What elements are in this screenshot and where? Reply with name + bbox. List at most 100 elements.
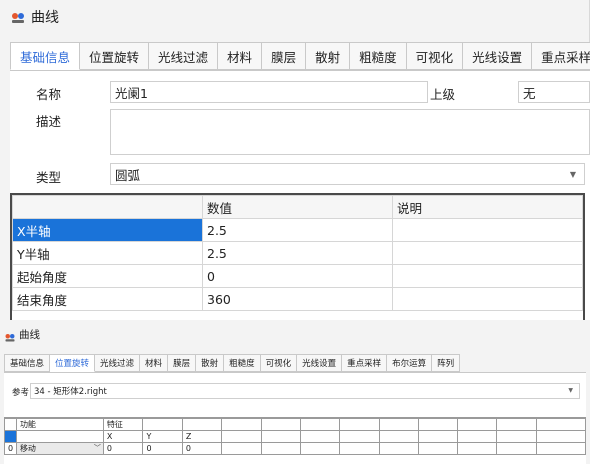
header-cell — [496, 418, 537, 431]
tab-boolean-ops[interactable]: 布尔运算 — [387, 354, 433, 372]
param-name-cell[interactable]: 起始角度 — [12, 264, 203, 288]
tab-visualization[interactable]: 可视化 — [406, 42, 464, 70]
tab-basic-info[interactable]: 基础信息 — [10, 42, 81, 70]
header-cell — [181, 418, 223, 431]
tab-ray-settings[interactable]: 光线设置 — [463, 42, 533, 70]
header-cell — [417, 418, 459, 431]
tab-bar: 基础信息 位置旋转 光线过滤 材料 膜层 散射 粗糙度 可视化 光线设置 重点采… — [4, 354, 461, 372]
header-cell — [535, 418, 587, 431]
header-cell — [535, 430, 587, 443]
parameter-table: 数值 说明 X半轴 2.5 Y半轴 2.5 起始角度 0 结束角度 360 — [10, 193, 585, 321]
table-header-row: 功能 特征 — [4, 418, 587, 431]
tab-position-rotation[interactable]: 位置旋转 — [80, 42, 150, 70]
param-name-cell[interactable]: X半轴 — [12, 218, 203, 242]
header-cell — [299, 430, 341, 443]
tab-ray-settings[interactable]: 光线设置 — [297, 354, 343, 372]
header-cell — [378, 418, 419, 431]
empty-cell[interactable] — [221, 442, 262, 455]
empty-cell[interactable] — [417, 442, 459, 455]
tab-roughness[interactable]: 粗糙度 — [350, 42, 407, 70]
tab-importance-sampling[interactable]: 重点采样 — [342, 354, 388, 372]
tab-scatter[interactable]: 散射 — [306, 42, 351, 70]
param-value-cell[interactable]: 0 — [202, 264, 393, 288]
param-note-cell[interactable] — [392, 264, 583, 288]
table-header-row: 数值 说明 — [12, 195, 583, 219]
empty-cell[interactable] — [496, 442, 537, 455]
tab-visualization[interactable]: 可视化 — [260, 354, 298, 372]
name-input[interactable]: 光阑1 — [110, 81, 428, 103]
tab-ray-filter[interactable]: 光线过滤 — [95, 354, 141, 372]
function-select-cell[interactable]: 移动 ﹀ — [15, 442, 104, 455]
chevron-down-icon[interactable]: ▼ — [570, 170, 576, 179]
param-name-cell[interactable]: Y半轴 — [12, 241, 203, 265]
column-header-value: 数值 — [202, 195, 393, 219]
header-cell — [457, 418, 498, 431]
table-row[interactable]: 结束角度 360 — [12, 287, 583, 311]
type-select-value: 圆弧 — [115, 167, 141, 183]
chevron-down-icon[interactable]: ﹀ — [94, 444, 101, 454]
app-logo-icon — [10, 9, 26, 25]
title-bar: 曲线 — [0, 320, 590, 348]
table-subheader-row: X Y Z — [4, 430, 587, 443]
tab-coating[interactable]: 膜层 — [168, 354, 197, 372]
tab-importance-sampling[interactable]: 重点采样 — [532, 42, 590, 70]
column-header-function: 功能 — [15, 418, 104, 431]
tab-basic-info[interactable]: 基础信息 — [4, 354, 51, 372]
param-note-cell[interactable] — [392, 218, 583, 242]
tab-roughness[interactable]: 粗糙度 — [224, 354, 261, 372]
y-value-cell[interactable]: 0 — [142, 442, 183, 455]
title-bar: 曲线 — [0, 0, 590, 34]
param-name-cell[interactable]: 结束角度 — [12, 287, 203, 311]
chevron-down-icon[interactable]: ▼ — [568, 387, 573, 394]
reference-label: 参考 — [12, 388, 30, 398]
row-index-cell: 0 — [4, 442, 17, 455]
type-label: 类型 — [36, 170, 62, 185]
transform-table: 功能 特征 X Y Z 0 移动 ﹀ 0 0 0 — [4, 417, 587, 464]
table-row[interactable]: 0 移动 ﹀ 0 0 0 — [4, 442, 587, 455]
curve-dialog-basic: 曲线 基础信息 位置旋转 光线过滤 材料 膜层 散射 粗糙度 可视化 光线设置 … — [0, 0, 590, 321]
description-input[interactable] — [110, 109, 590, 155]
param-note-cell[interactable] — [392, 241, 583, 265]
z-value-cell[interactable]: 0 — [181, 442, 223, 455]
table-row[interactable]: X半轴 2.5 — [12, 218, 583, 242]
tab-coating[interactable]: 膜层 — [262, 42, 307, 70]
parent-input[interactable]: 无 — [518, 81, 590, 103]
header-cell — [339, 418, 380, 431]
header-cell — [417, 430, 459, 443]
param-note-cell[interactable] — [392, 287, 583, 311]
param-value-cell[interactable]: 360 — [202, 287, 393, 311]
header-cell — [378, 430, 419, 443]
empty-cell[interactable] — [378, 442, 419, 455]
param-value-cell[interactable]: 2.5 — [202, 241, 393, 265]
table-row[interactable]: 起始角度 0 — [12, 264, 583, 288]
window-title: 曲线 — [19, 328, 40, 341]
tab-ray-filter[interactable]: 光线过滤 — [149, 42, 219, 70]
function-value: 移动 — [19, 444, 36, 453]
name-label: 名称 — [36, 87, 62, 102]
basic-info-form: 名称 光阑1 上级 无 描述 类型 圆弧 ▼ 数值 说明 X半轴 2.5 Y半轴… — [10, 70, 590, 321]
empty-cell[interactable] — [260, 442, 301, 455]
header-cell — [339, 430, 380, 443]
type-select[interactable]: 圆弧 ▼ — [110, 163, 585, 185]
header-cell — [299, 418, 341, 431]
tab-material[interactable]: 材料 — [218, 42, 263, 70]
empty-cell[interactable] — [457, 442, 498, 455]
tab-material[interactable]: 材料 — [140, 354, 169, 372]
empty-cell[interactable] — [299, 442, 341, 455]
tab-array[interactable]: 阵列 — [432, 354, 461, 372]
column-header-note: 说明 — [392, 195, 583, 219]
tab-position-rotation[interactable]: 位置旋转 — [50, 354, 96, 372]
param-value-cell[interactable]: 2.5 — [202, 218, 393, 242]
column-header-name — [12, 195, 203, 219]
column-header-y: Y — [142, 430, 183, 443]
x-value-cell[interactable]: 0 — [102, 442, 144, 455]
tab-scatter[interactable]: 散射 — [196, 354, 225, 372]
empty-cell[interactable] — [339, 442, 380, 455]
reference-select[interactable]: 34 - 矩形体2.right ▼ — [30, 383, 580, 399]
table-row[interactable]: Y半轴 2.5 — [12, 241, 583, 265]
curve-dialog-position: 曲线 基础信息 位置旋转 光线过滤 材料 膜层 散射 粗糙度 可视化 光线设置 … — [0, 320, 590, 464]
select-all-cell[interactable] — [4, 430, 17, 443]
header-cell — [457, 430, 498, 443]
empty-cell[interactable] — [535, 442, 587, 455]
description-label: 描述 — [36, 114, 62, 129]
